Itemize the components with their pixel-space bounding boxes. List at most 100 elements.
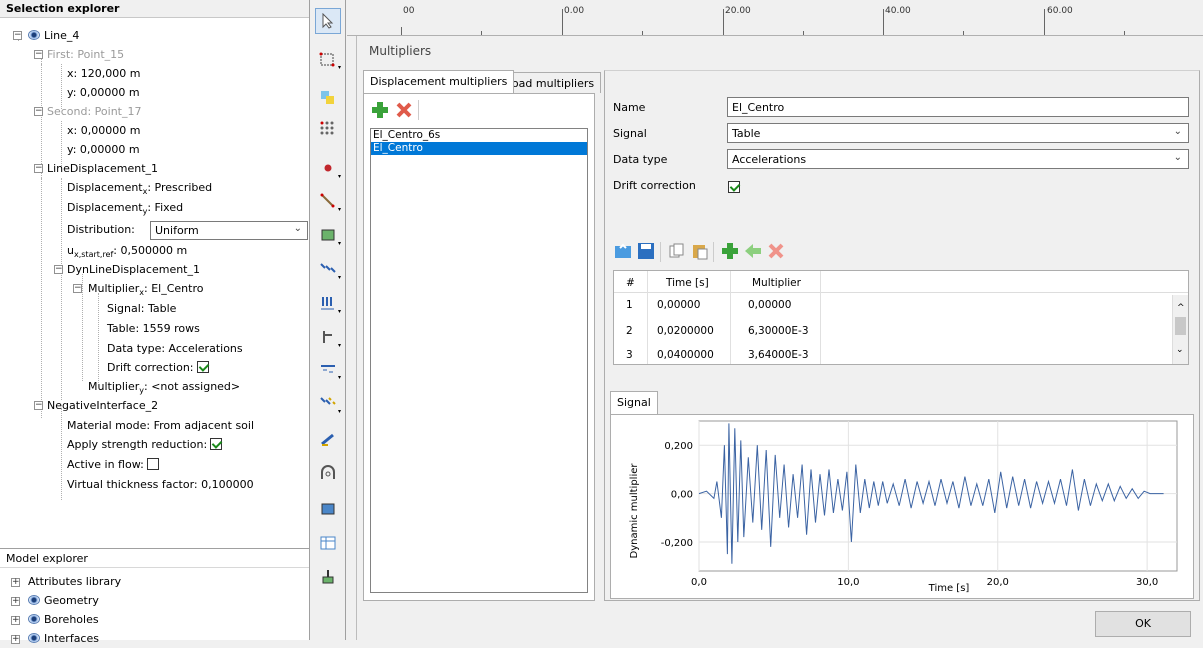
multiplier-table[interactable]: # Time [s] Multiplier 1 0,00000 0,00000 … — [613, 270, 1189, 365]
save-icon[interactable] — [636, 241, 656, 261]
array-icon[interactable] — [315, 116, 341, 142]
multipliers-table-icon[interactable] — [315, 530, 341, 556]
model-item-attributes[interactable]: Attributes library — [28, 572, 121, 591]
add-row-icon[interactable] — [720, 241, 740, 261]
left-panel: Selection explorer − Line_4 − First: Poi… — [0, 0, 310, 645]
drift-correction-checkbox[interactable] — [728, 181, 740, 193]
move-points-icon[interactable]: ▾ — [315, 46, 341, 72]
collapse-toggle[interactable]: − — [34, 401, 43, 410]
table-cell[interactable]: 3,64000E-3 — [748, 349, 809, 361]
collapse-toggle[interactable]: − — [73, 284, 82, 293]
model-item-interfaces[interactable]: Interfaces — [28, 629, 99, 648]
apply-strength-checkbox[interactable] — [210, 438, 223, 450]
tree-node-multiplier-x[interactable]: Multiplierx: El_Centro — [88, 279, 203, 298]
open-file-icon[interactable] — [613, 241, 633, 261]
chevron-up-icon[interactable]: ^ — [1177, 303, 1185, 313]
tree-node-multiplier-y[interactable]: Multipliery: <not assigned> — [88, 377, 240, 396]
visibility-eye-icon[interactable] — [28, 614, 40, 624]
create-point-icon[interactable]: ▾ — [315, 155, 341, 181]
prescribed-displacement-icon[interactable]: ▾ — [315, 290, 341, 316]
tree-node-line-displacement[interactable]: LineDisplacement_1 — [47, 159, 158, 178]
cross-section-icon[interactable] — [315, 496, 341, 522]
selection-tree[interactable]: − Line_4 − First: Point_15 x: 120,000 m … — [0, 18, 309, 548]
tree-node-first-point[interactable]: First: Point_15 — [47, 45, 124, 64]
x-tick-label: 20,0 — [987, 577, 1009, 588]
fixed-end-anchor-icon[interactable]: ▾ — [315, 324, 341, 350]
signal-dropdown[interactable]: Table ⌄ — [727, 123, 1189, 143]
tree-node-displacement-x[interactable]: Displacementx: Prescribed — [67, 178, 212, 197]
select-arrow-icon[interactable] — [315, 8, 341, 34]
drift-correction-checkbox[interactable] — [196, 361, 209, 373]
insert-row-icon[interactable] — [743, 241, 763, 261]
name-field[interactable]: El_Centro — [727, 97, 1189, 117]
delete-icon[interactable] — [394, 100, 414, 120]
tree-node-negative-interface[interactable]: NegativeInterface_2 — [47, 396, 158, 415]
tree-node-displacement-y[interactable]: Displacementy: Fixed — [67, 198, 183, 217]
list-item[interactable]: El_Centro_6s — [371, 129, 587, 142]
tree-node-signal[interactable]: Signal: Table — [107, 299, 176, 318]
collapse-toggle[interactable]: − — [34, 107, 43, 116]
tree-node-first-x[interactable]: x: 120,000 m — [67, 64, 140, 83]
chevron-down-icon[interactable]: ⌄ — [1176, 345, 1184, 355]
tree-node-second-y[interactable]: y: 0,00000 m — [67, 140, 140, 159]
expand-toggle[interactable]: + — [11, 597, 20, 606]
table-scrollbar[interactable]: ^ ⌄ — [1172, 295, 1188, 364]
chevron-down-icon: ⌄ — [1173, 152, 1182, 163]
table-cell[interactable]: 0,00000 — [657, 299, 700, 311]
copy-icon[interactable] — [667, 241, 687, 261]
paste-icon[interactable] — [690, 241, 710, 261]
tree-node-drift-correction[interactable]: Drift correction: — [107, 358, 209, 377]
create-line-icon[interactable]: ▾ — [315, 188, 341, 214]
line-load-icon[interactable]: ▾ — [315, 256, 341, 282]
table-cell[interactable]: 0,00000 — [748, 299, 791, 311]
column-header: Time [s] — [666, 277, 709, 289]
tree-node-material-mode[interactable]: Material mode: From adjacent soil — [67, 416, 254, 435]
tree-node-u-start[interactable]: ux,start,ref: 0,500000 m — [67, 241, 187, 260]
data-type-dropdown[interactable]: Accelerations ⌄ — [727, 149, 1189, 169]
tree-node-line[interactable]: Line_4 — [28, 26, 79, 45]
model-item-boreholes[interactable]: Boreholes — [28, 610, 99, 629]
tab-signal[interactable]: Signal — [610, 391, 658, 414]
collapse-toggle[interactable]: − — [13, 31, 22, 40]
tree-node-dyn-line-displacement[interactable]: DynLineDisplacement_1 — [67, 260, 200, 279]
distribution-dropdown[interactable]: Uniform ⌄ — [150, 221, 308, 240]
table-cell[interactable]: 0,0400000 — [657, 349, 714, 361]
tree-node-second-point[interactable]: Second: Point_17 — [47, 102, 142, 121]
tree-node-virtual-thickness[interactable]: Virtual thickness factor: 0,100000 — [67, 475, 254, 494]
visibility-eye-icon[interactable] — [28, 30, 40, 40]
visibility-eye-icon[interactable] — [28, 595, 40, 605]
table-cell[interactable]: 1 — [626, 299, 633, 311]
drain-icon[interactable] — [315, 426, 341, 452]
ok-button[interactable]: OK — [1095, 611, 1191, 637]
table-cell[interactable]: 0,0200000 — [657, 325, 714, 337]
soil-column-icon[interactable] — [315, 564, 341, 590]
create-polygon-icon[interactable]: ▾ — [315, 222, 341, 248]
tunnel-icon[interactable] — [315, 460, 341, 486]
tree-node-apply-strength[interactable]: Apply strength reduction: — [67, 435, 223, 454]
expand-toggle[interactable]: + — [11, 616, 20, 625]
expand-toggle[interactable]: + — [11, 578, 20, 587]
multiplier-list[interactable]: El_Centro_6s El_Centro — [370, 128, 588, 593]
tree-node-active-in-flow[interactable]: Active in flow: — [67, 455, 159, 474]
active-in-flow-checkbox[interactable] — [146, 458, 159, 470]
model-item-geometry[interactable]: Geometry — [28, 591, 99, 610]
tree-node-second-x[interactable]: x: 0,00000 m — [67, 121, 140, 140]
visibility-eye-icon[interactable] — [28, 633, 40, 643]
tree-node-first-y[interactable]: y: 0,00000 m — [67, 83, 140, 102]
tab-displacement-multipliers[interactable]: Displacement multipliers — [363, 70, 515, 93]
add-icon[interactable] — [370, 100, 390, 120]
table-cell[interactable]: 3 — [626, 349, 633, 361]
table-cell[interactable]: 2 — [626, 325, 633, 337]
delete-row-icon[interactable] — [766, 241, 786, 261]
collapse-toggle[interactable]: − — [34, 164, 43, 173]
dynamic-load-icon[interactable]: ▾ — [315, 390, 341, 416]
table-cell[interactable]: 6,30000E-3 — [748, 325, 809, 337]
collapse-toggle[interactable]: − — [34, 50, 43, 59]
tree-node-table[interactable]: Table: 1559 rows — [107, 319, 200, 338]
tree-node-data-type[interactable]: Data type: Accelerations — [107, 339, 243, 358]
list-item-selected[interactable]: El_Centro — [371, 142, 587, 155]
copy-objects-icon[interactable] — [315, 84, 341, 110]
scrollbar-thumb[interactable] — [1175, 317, 1186, 335]
interface-icon[interactable]: ▾ — [315, 356, 341, 382]
collapse-toggle[interactable]: − — [54, 265, 63, 274]
